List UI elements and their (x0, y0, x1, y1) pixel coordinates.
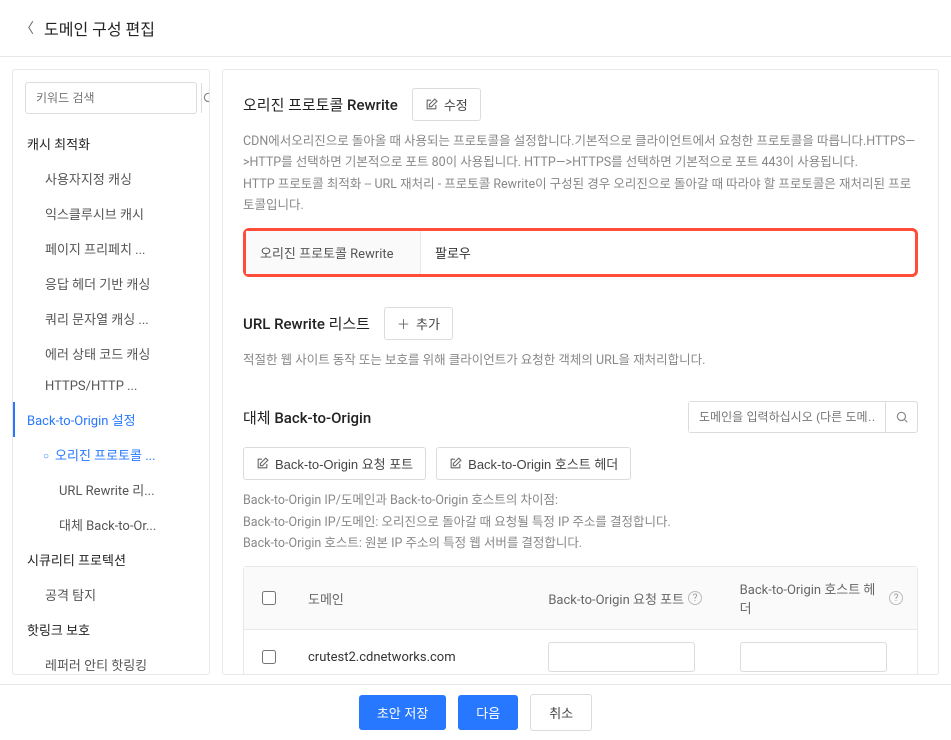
content: 오리진 프로토콜 Rewrite 수정 CDN에서오리진으로 돌아올 때 사용되… (222, 69, 939, 675)
page-title: 도메인 구성 편집 (44, 16, 155, 40)
footer: 초안 저장 다음 취소 (0, 684, 951, 740)
nav-group-back-to-origin[interactable]: Back-to-Origin 설정 (13, 402, 209, 437)
sidebar-search (25, 82, 197, 114)
nav-item-url-rewrite[interactable]: URL Rewrite 리... (13, 472, 209, 507)
section-alt-origin: 대체 Back-to-Origin Back-to-Origin 요청 포트 (243, 401, 918, 675)
edit-port-button[interactable]: Back-to-Origin 요청 포트 (243, 447, 426, 480)
page-header: 〈 도메인 구성 편집 (0, 0, 951, 57)
search-icon (895, 410, 909, 424)
edit-icon (256, 457, 269, 470)
table-header-row: 도메인 Back-to-Origin 요청 포트 ? Back-to-Origi… (244, 567, 917, 630)
row-checkbox[interactable] (262, 650, 276, 664)
alt-origin-desc: Back-to-Origin IP/도메인과 Back-to-Origin 호스… (243, 490, 918, 554)
th-port: Back-to-Origin 요청 포트 ? (534, 567, 725, 629)
edit-icon (425, 98, 438, 111)
nav-item-response-header-cache[interactable]: 응답 헤더 기반 캐싱 (13, 266, 209, 301)
next-button[interactable]: 다음 (458, 695, 518, 730)
domain-search-input[interactable] (689, 402, 885, 432)
help-icon[interactable]: ? (688, 591, 702, 605)
td-domain: crutest2.cdnetworks.com (294, 630, 534, 675)
port-input[interactable] (548, 642, 695, 672)
section-title-url-rewrite: URL Rewrite 리스트 (243, 313, 370, 334)
edit-icon (449, 457, 462, 470)
nav-item-referer-anti[interactable]: 레퍼러 안티 핫링킹 (13, 647, 209, 675)
nav-item-origin-protocol[interactable]: 오리진 프로토콜 ... (13, 437, 209, 472)
edit-port-label: Back-to-Origin 요청 포트 (275, 454, 413, 473)
domain-search-button[interactable] (885, 402, 917, 432)
back-icon[interactable]: 〈 (20, 18, 34, 38)
draft-save-button[interactable]: 초안 저장 (359, 695, 446, 730)
sidebar: 캐시 최적화 사용자지정 캐싱 익스클루시브 캐시 페이지 프리페치 ... 응… (12, 69, 210, 675)
nav-item-custom-cache[interactable]: 사용자지정 캐싱 (13, 161, 209, 196)
search-icon (202, 91, 210, 105)
nav-item-attack-detect[interactable]: 공격 탐지 (13, 577, 209, 612)
origin-protocol-field-value: 팔로우 (421, 231, 915, 274)
nav-item-exclusive-cache[interactable]: 익스클루시브 캐시 (13, 196, 209, 231)
origin-protocol-field-label: 오리진 프로토콜 Rewrite (246, 231, 421, 274)
nav-group-cache[interactable]: 캐시 최적화 (13, 126, 209, 161)
section-url-rewrite: URL Rewrite 리스트 ＋ 추가 적절한 웹 사이트 동작 또는 보호를… (243, 307, 918, 371)
th-domain: 도메인 (294, 567, 534, 629)
sidebar-search-input[interactable] (26, 83, 201, 113)
add-button[interactable]: ＋ 추가 (384, 307, 453, 340)
th-host: Back-to-Origin 호스트 헤더 ? (726, 567, 917, 629)
add-button-label: 추가 (416, 314, 440, 333)
nav-item-query-string-cache[interactable]: 쿼리 문자열 캐싱 ... (13, 301, 209, 336)
section-title-origin-protocol: 오리진 프로토콜 Rewrite (243, 94, 398, 115)
help-icon[interactable]: ? (889, 591, 903, 605)
nav-item-prefetch[interactable]: 페이지 프리페치 ... (13, 231, 209, 266)
cancel-button[interactable]: 취소 (530, 694, 592, 731)
nav-group-hotlink[interactable]: 핫링크 보호 (13, 612, 209, 647)
nav-group-security[interactable]: 시큐리티 프로텍션 (13, 542, 209, 577)
url-rewrite-desc: 적절한 웹 사이트 동작 또는 보호를 위해 클라이언트가 요청한 객체의 UR… (243, 350, 918, 371)
edit-host-label: Back-to-Origin 호스트 헤더 (468, 454, 618, 473)
edit-button-label: 수정 (444, 95, 468, 114)
sidebar-search-button[interactable] (201, 83, 210, 113)
section-origin-protocol: 오리진 프로토콜 Rewrite 수정 CDN에서오리진으로 돌아올 때 사용되… (243, 88, 918, 277)
select-all-checkbox[interactable] (262, 591, 276, 605)
host-input[interactable] (740, 642, 887, 672)
table-row: crutest2.cdnetworks.com (244, 630, 917, 675)
nav-item-alt-back-to-origin[interactable]: 대체 Back-to-Or... (13, 507, 209, 542)
section-title-alt-origin: 대체 Back-to-Origin (243, 407, 371, 428)
origin-protocol-desc: CDN에서오리진으로 돌아올 때 사용되는 프로토콜을 설정합니다.기본적으로 … (243, 131, 918, 216)
plus-icon: ＋ (397, 314, 410, 333)
alt-origin-table: 도메인 Back-to-Origin 요청 포트 ? Back-to-Origi… (243, 566, 918, 675)
nav-item-error-code-cache[interactable]: 에러 상태 코드 캐싱 (13, 336, 209, 371)
domain-search (688, 401, 918, 433)
edit-host-button[interactable]: Back-to-Origin 호스트 헤더 (436, 447, 631, 480)
nav-item-https-http[interactable]: HTTPS/HTTP ... (13, 371, 209, 402)
edit-button[interactable]: 수정 (412, 88, 481, 121)
origin-protocol-highlight: 오리진 프로토콜 Rewrite 팔로우 (243, 228, 918, 277)
